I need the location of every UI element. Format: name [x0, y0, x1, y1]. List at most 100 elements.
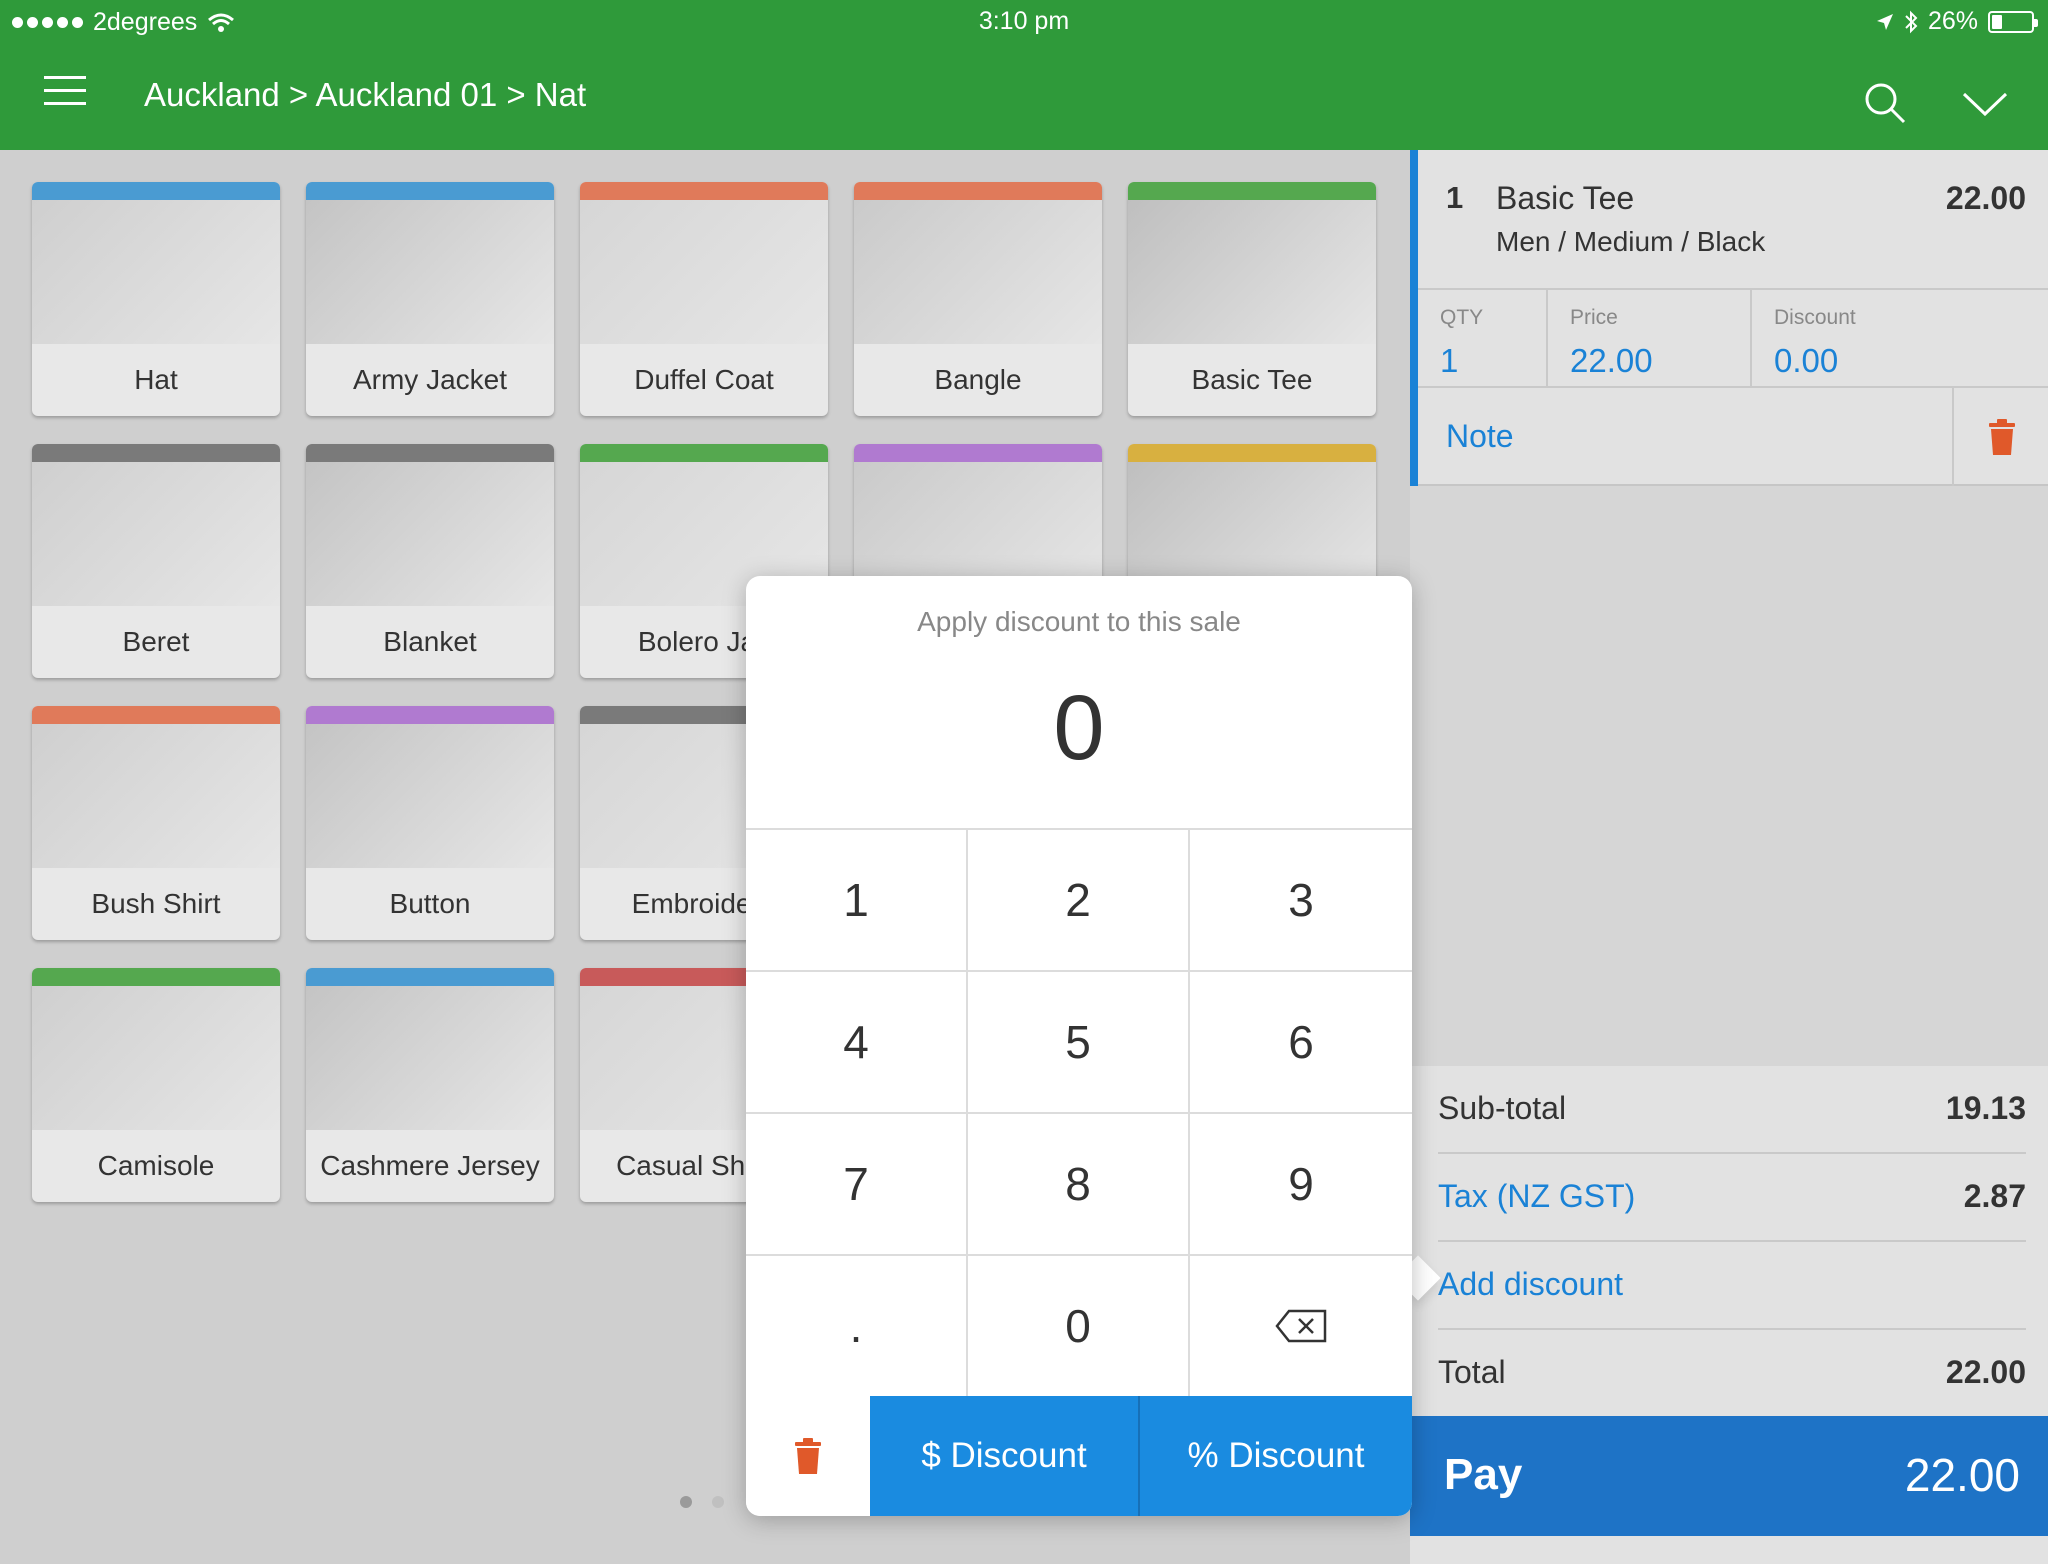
clear-discount-button[interactable] [746, 1396, 870, 1516]
discount-field[interactable]: Discount 0.00 [1750, 290, 2048, 388]
pay-label: Pay [1444, 1450, 1523, 1499]
top-bar: 2degrees 3:10 pm 26% Auckland > Auckland… [0, 0, 2048, 150]
product-label: Camisole [97, 1150, 215, 1181]
dollar-discount-button[interactable]: $ Discount [870, 1396, 1140, 1516]
product-tile[interactable]: Duffel Coat [580, 182, 828, 416]
discount-amount-display: 0 [1053, 677, 1105, 779]
product-label: Bangle [934, 364, 1022, 395]
product-tile[interactable]: Blanket [306, 444, 554, 678]
page-indicator[interactable] [680, 1496, 724, 1508]
delete-line-button[interactable] [1952, 388, 2048, 486]
percent-discount-button[interactable]: % Discount [1140, 1396, 1412, 1516]
category-color-bar [306, 182, 554, 200]
key-5[interactable]: 5 [968, 972, 1190, 1114]
product-image [580, 200, 828, 344]
trash-icon [795, 1438, 821, 1474]
product-tile[interactable]: Camisole [32, 968, 280, 1202]
product-tile[interactable]: Army Jacket [306, 182, 554, 416]
battery-icon [1988, 10, 2038, 33]
category-color-bar [32, 968, 280, 986]
bluetooth-icon [1905, 10, 1918, 33]
product-label: Blanket [383, 626, 477, 657]
product-tile[interactable]: Basic Tee [1128, 182, 1376, 416]
product-image [306, 462, 554, 606]
total-row: Total 22.00 [1438, 1330, 2026, 1418]
breadcrumb[interactable]: Auckland > Auckland 01 > Nat [144, 76, 586, 114]
total-value: 22.00 [1945, 1354, 2026, 1390]
battery-percent: 26% [1927, 7, 1978, 35]
key-0[interactable]: 0 [968, 1256, 1190, 1398]
key-7[interactable]: 7 [746, 1114, 968, 1256]
qty-value: 1 [1440, 342, 1459, 379]
product-image [1128, 200, 1376, 344]
product-image [32, 462, 280, 606]
product-image [854, 200, 1102, 344]
price-label: Price [1570, 306, 1618, 329]
product-label: Cashmere Jersey [320, 1150, 540, 1181]
line-item-name: Basic Tee [1496, 180, 1635, 216]
line-item[interactable]: 1 Basic Tee 22.00 Men / Medium / Black Q… [1418, 150, 2048, 486]
category-color-bar [306, 706, 554, 724]
product-image [32, 724, 280, 868]
product-image [32, 986, 280, 1130]
category-color-bar [580, 182, 828, 200]
category-color-bar [1128, 182, 1376, 200]
category-color-bar [854, 444, 1102, 462]
note-link[interactable]: Note [1446, 418, 1514, 455]
product-image [306, 724, 554, 868]
key-decimal[interactable]: . [746, 1256, 968, 1398]
line-item-qty: 1 [1446, 180, 1464, 215]
discount-popover: Apply discount to this sale 0 123 456 789.… [746, 576, 1412, 1516]
price-field[interactable]: Price 22.00 [1546, 290, 1750, 388]
category-color-bar [306, 968, 554, 986]
product-image [306, 986, 554, 1130]
product-tile[interactable]: Bush Shirt [32, 706, 280, 940]
status-right: 26% [1876, 7, 2038, 36]
category-color-bar [306, 444, 554, 462]
search-icon[interactable] [1862, 80, 1908, 126]
tax-value: 2.87 [1963, 1178, 2026, 1214]
add-discount-row[interactable]: Add discount [1438, 1242, 2026, 1330]
line-item-fields: QTY 1 Price 22.00 Discount 0.00 [1418, 288, 2048, 388]
line-item-variant: Men / Medium / Black [1496, 226, 1766, 257]
key-9[interactable]: 9 [1190, 1114, 1412, 1256]
qty-field[interactable]: QTY 1 [1418, 290, 1546, 388]
product-label: Button [389, 888, 471, 919]
product-image [32, 200, 280, 344]
location-icon [1876, 13, 1893, 30]
key-1[interactable]: 1 [746, 830, 968, 972]
subtotal-row: Sub-total 19.13 [1438, 1066, 2026, 1154]
tax-row[interactable]: Tax (NZ GST) 2.87 [1438, 1154, 2026, 1242]
key-8[interactable]: 8 [968, 1114, 1190, 1256]
total-label: Total [1438, 1354, 1506, 1390]
key-6[interactable]: 6 [1190, 972, 1412, 1114]
product-tile[interactable]: Bangle [854, 182, 1102, 416]
line-item-price: 22.00 [1945, 180, 2026, 216]
subtotal-value: 19.13 [1945, 1090, 2026, 1126]
category-color-bar [854, 182, 1102, 200]
pay-button[interactable]: Pay 22.00 [1410, 1416, 2048, 1536]
product-image [306, 200, 554, 344]
popover-title: Apply discount to this sale [917, 606, 1241, 637]
category-color-bar [1128, 444, 1376, 462]
backspace-icon [1275, 1309, 1327, 1343]
qty-label: QTY [1440, 306, 1484, 329]
product-tile[interactable]: Beret [32, 444, 280, 678]
backspace-key[interactable] [1190, 1256, 1412, 1398]
number-keypad: 123 456 789.0 [746, 828, 1412, 1398]
menu-icon[interactable] [44, 76, 86, 118]
subtotal-label: Sub-total [1438, 1090, 1567, 1126]
key-3[interactable]: 3 [1190, 830, 1412, 972]
product-tile[interactable]: Hat [32, 182, 280, 416]
status-time: 3:10 pm [978, 7, 1070, 35]
discount-label: Discount [1774, 306, 1856, 329]
tax-label[interactable]: Tax (NZ GST) [1438, 1178, 1635, 1215]
product-tile[interactable]: Cashmere Jersey [306, 968, 554, 1202]
key-2[interactable]: 2 [968, 830, 1190, 972]
product-label: Beret [122, 626, 190, 657]
key-4[interactable]: 4 [746, 972, 968, 1114]
status-bar: 2degrees 3:10 pm 26% [0, 0, 2048, 42]
chevron-down-icon[interactable] [1960, 84, 2010, 124]
add-discount-link[interactable]: Add discount [1438, 1266, 1623, 1303]
product-tile[interactable]: Button [306, 706, 554, 940]
